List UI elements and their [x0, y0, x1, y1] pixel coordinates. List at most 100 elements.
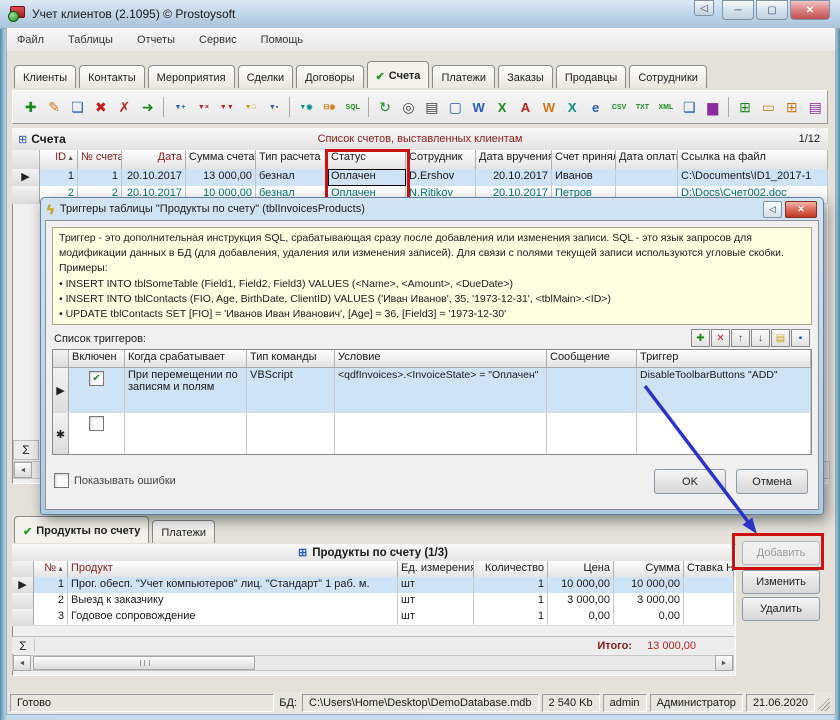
- trigger-enabled-checkbox[interactable]: [89, 416, 104, 431]
- col-no[interactable]: №▲: [34, 561, 68, 577]
- delete-record-icon[interactable]: ✖: [90, 95, 111, 119]
- col-accepted-by[interactable]: Счет принял: [552, 150, 616, 169]
- print-icon[interactable]: ▤: [421, 95, 442, 119]
- ok-button[interactable]: OK: [654, 469, 726, 494]
- trigger-row-new[interactable]: ✱: [53, 413, 811, 455]
- scroll-left-icon[interactable]: ◄: [14, 462, 32, 478]
- col-employee[interactable]: Сотрудник: [406, 150, 476, 169]
- col-id[interactable]: ID▲: [40, 150, 78, 169]
- dialog-close-button[interactable]: ✕: [785, 201, 817, 218]
- show-errors-checkbox[interactable]: [54, 473, 69, 488]
- subtab-payments[interactable]: Платежи: [152, 520, 215, 543]
- export-batch-icon[interactable]: ❏: [679, 95, 700, 119]
- col-amount[interactable]: Сумма счета: [186, 150, 256, 169]
- copy-record-icon[interactable]: ❏: [67, 95, 88, 119]
- chart-icon[interactable]: ▆: [702, 95, 723, 119]
- export-pdf-icon[interactable]: A: [515, 95, 536, 119]
- invoice-row-1[interactable]: ▶ 1 1 20.10.2017 13 000,00 безнал Оплаче…: [12, 169, 828, 187]
- col-message[interactable]: Сообщение: [547, 350, 637, 367]
- cancel-button[interactable]: Отмена: [736, 469, 808, 494]
- col-date[interactable]: Дата: [122, 150, 186, 169]
- card-settings-icon[interactable]: ▤: [805, 95, 826, 119]
- menu-reports[interactable]: Отчеты: [127, 32, 185, 48]
- col-payment-type[interactable]: Тип расчета: [256, 150, 328, 169]
- products-hscrollbar[interactable]: ◄ ►: [12, 655, 734, 671]
- tab-orders[interactable]: Заказы: [498, 65, 553, 88]
- export-html-icon[interactable]: e: [585, 95, 606, 119]
- form-add-icon[interactable]: ⊞: [734, 95, 755, 119]
- tab-sellers[interactable]: Продавцы: [556, 65, 627, 88]
- window-back-button[interactable]: ◁: [694, 0, 714, 16]
- edit-button[interactable]: Изменить: [742, 570, 820, 594]
- filter-view-icon[interactable]: ▼◉: [295, 95, 316, 119]
- trigger-move-up-icon[interactable]: ↑: [731, 329, 750, 347]
- filter-clear-all-icon[interactable]: ▼▼: [216, 95, 237, 119]
- delete-button[interactable]: Удалить: [742, 597, 820, 621]
- export-excel-file-icon[interactable]: X: [562, 95, 583, 119]
- export-txt-icon[interactable]: TXT: [632, 95, 653, 119]
- filter-save-icon[interactable]: ▼▪: [263, 95, 284, 119]
- trigger-delete-icon[interactable]: ✕: [711, 329, 730, 347]
- product-row-1[interactable]: ▶ 1 Прог. обесп. "Учет компьютеров" лиц.…: [12, 577, 734, 594]
- table-settings-icon[interactable]: ⊞: [781, 95, 802, 119]
- col-invoice-no[interactable]: № счета: [78, 150, 122, 169]
- trigger-row-1[interactable]: ▶ ✔ При перемещении по записям и полям V…: [53, 368, 811, 413]
- scroll-right-icon[interactable]: ►: [715, 655, 733, 671]
- col-unit[interactable]: Ед. измерения: [398, 561, 474, 577]
- search-icon[interactable]: ◎: [398, 95, 419, 119]
- sql-view-icon[interactable]: SQL: [342, 95, 363, 119]
- dialog-back-button[interactable]: ◁: [763, 201, 782, 218]
- export-xml-icon[interactable]: XML: [655, 95, 676, 119]
- preview-icon[interactable]: ▢: [445, 95, 466, 119]
- tab-invoices[interactable]: ✔ Счета: [367, 61, 430, 88]
- menu-service[interactable]: Сервис: [189, 32, 247, 48]
- col-payment-date[interactable]: Дата оплаты: [616, 150, 678, 169]
- col-vat-rate[interactable]: Ставка Н: [684, 561, 734, 577]
- export-excel-icon[interactable]: X: [491, 95, 512, 119]
- tab-clients[interactable]: Клиенты: [14, 65, 76, 88]
- trigger-open-icon[interactable]: ▤: [771, 329, 790, 347]
- menu-help[interactable]: Помощь: [251, 32, 314, 48]
- col-when[interactable]: Когда срабатывает: [125, 350, 247, 367]
- col-sum[interactable]: Сумма: [614, 561, 684, 577]
- export-csv-icon[interactable]: CSV: [608, 95, 629, 119]
- trigger-save-icon[interactable]: ▪: [791, 329, 810, 347]
- edit-record-icon[interactable]: ✎: [43, 95, 64, 119]
- menu-tables[interactable]: Таблицы: [58, 32, 123, 48]
- product-row-3[interactable]: 3 Годовое сопровождение шт 1 0,00 0,00: [12, 609, 734, 626]
- col-condition[interactable]: Условие: [335, 350, 547, 367]
- refresh-icon[interactable]: ↻: [374, 95, 395, 119]
- scrollbar-thumb[interactable]: [33, 656, 255, 670]
- col-delivery-date[interactable]: Дата вручения: [476, 150, 552, 169]
- export-word-icon[interactable]: W: [468, 95, 489, 119]
- scroll-left-icon[interactable]: ◄: [13, 655, 31, 671]
- menu-file[interactable]: Файл: [7, 32, 54, 48]
- import-record-icon[interactable]: ➜: [137, 95, 158, 119]
- col-trigger[interactable]: Триггер: [637, 350, 811, 367]
- add-record-icon[interactable]: ✚: [20, 95, 41, 119]
- col-price[interactable]: Цена: [548, 561, 614, 577]
- trigger-enabled-checkbox[interactable]: ✔: [89, 371, 104, 386]
- trigger-move-down-icon[interactable]: ↓: [751, 329, 770, 347]
- maximize-button[interactable]: ▢: [756, 0, 788, 20]
- tab-contracts[interactable]: Договоры: [296, 65, 363, 88]
- trigger-add-icon[interactable]: ✚: [691, 329, 710, 347]
- close-button[interactable]: ✕: [790, 0, 830, 20]
- col-enabled[interactable]: Включен: [69, 350, 125, 367]
- resize-grip[interactable]: [818, 695, 830, 711]
- filter-open-icon[interactable]: ▼□: [240, 95, 261, 119]
- col-file-link[interactable]: Ссылка на файл: [678, 150, 828, 169]
- tab-contacts[interactable]: Контакты: [79, 65, 145, 88]
- tab-events[interactable]: Мероприятия: [148, 65, 235, 88]
- col-command-type[interactable]: Тип команды: [247, 350, 335, 367]
- export-word-file-icon[interactable]: W: [538, 95, 559, 119]
- col-product[interactable]: Продукт: [68, 561, 398, 577]
- filter-add-icon[interactable]: ▼+: [169, 95, 190, 119]
- form-settings-icon[interactable]: ▭: [758, 95, 779, 119]
- product-row-2[interactable]: 2 Выезд к заказчику шт 1 3 000,00 3 000,…: [12, 593, 734, 610]
- delete-selected-icon[interactable]: ✗: [114, 95, 135, 119]
- col-quantity[interactable]: Количество: [474, 561, 548, 577]
- tab-deals[interactable]: Сделки: [238, 65, 294, 88]
- subtab-invoice-products[interactable]: ✔ Продукты по счету: [14, 516, 149, 543]
- subtable-filter-icon[interactable]: ⊟◉: [319, 95, 340, 119]
